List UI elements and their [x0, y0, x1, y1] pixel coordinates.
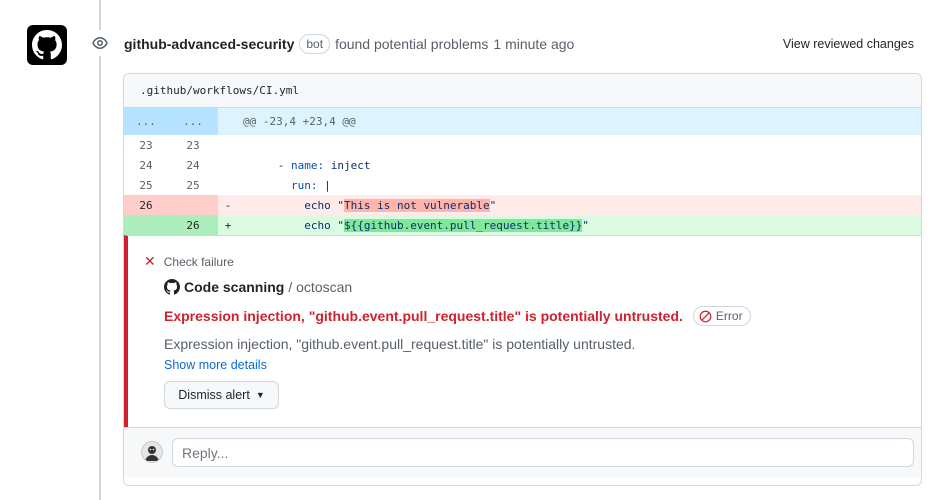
expand-up-button[interactable]: ...: [124, 108, 168, 135]
timeline-line: [99, 0, 101, 500]
author-link[interactable]: github-advanced-security: [124, 36, 294, 52]
reply-area: [124, 427, 921, 477]
diff-hunk-row: ... ... @@ -23,4 +23,4 @@: [124, 108, 921, 135]
expand-down-button[interactable]: ...: [168, 108, 218, 135]
diff-marker: -: [224, 198, 232, 212]
code-line: - name: inject: [238, 159, 921, 172]
old-line-number[interactable]: 23: [124, 139, 168, 152]
code-highlight-added: ${{github.event.pull_request.title}}: [343, 218, 583, 232]
diff-line: 24 24 - name: inject: [124, 155, 921, 175]
eye-icon: [92, 37, 108, 49]
view-reviewed-changes-link[interactable]: View reviewed changes: [783, 37, 914, 51]
alert-title: Expression injection, "github.event.pull…: [164, 306, 751, 326]
code-value: inject: [324, 158, 371, 172]
code-highlight-removed: This is not vulnerable: [343, 198, 490, 212]
new-line-number[interactable]: 23: [168, 139, 218, 152]
tool-sub: / octoscan: [288, 279, 353, 295]
code-suffix: ": [582, 218, 590, 232]
severity-badge: Error: [692, 306, 751, 326]
github-logo-avatar[interactable]: [27, 25, 67, 65]
timestamp-link[interactable]: 1 minute ago: [493, 36, 574, 52]
file-header: .github/workflows/CI.yml: [124, 74, 921, 108]
check-failure-label: ✕ Check failure: [144, 253, 234, 270]
github-mark-icon: [32, 30, 62, 60]
code-line: run: |: [238, 179, 921, 192]
old-line-number[interactable]: 24: [124, 159, 168, 172]
github-mark-icon: [164, 279, 180, 295]
diff-line-added: 26 + echo "${{github.event.pull_request.…: [124, 215, 921, 235]
user-avatar-icon: [145, 446, 159, 461]
new-line-number[interactable]: 26: [168, 215, 218, 235]
code-key: run:: [290, 178, 318, 192]
stop-icon: [699, 310, 712, 322]
diff-line: 23 23: [124, 135, 921, 155]
diff-marker: +: [224, 218, 232, 232]
new-line-number[interactable]: 24: [168, 159, 218, 172]
code-prefix: echo ": [238, 198, 344, 212]
code-scanning-alert: ✕ Check failure Code scanning / octoscan…: [124, 235, 921, 427]
file-path[interactable]: .github/workflows/CI.yml: [140, 84, 299, 97]
check-failure-text: Check failure: [163, 254, 234, 269]
new-line-number[interactable]: [168, 195, 218, 215]
code-prefix: echo ": [238, 218, 344, 232]
reply-input[interactable]: [172, 438, 914, 467]
severity-text: Error: [715, 309, 743, 323]
old-line-number[interactable]: [124, 215, 168, 235]
action-text: found potential problems: [335, 36, 489, 52]
diff-line: 25 25 run: |: [124, 175, 921, 195]
dismiss-alert-button[interactable]: Dismiss alert ▼: [164, 381, 279, 409]
tool-name: Code scanning: [184, 279, 285, 295]
show-more-details-link[interactable]: Show more details: [164, 358, 267, 372]
tool-line: Code scanning / octoscan: [164, 279, 352, 295]
bot-label: bot: [299, 34, 331, 54]
code-suffix: ": [489, 198, 497, 212]
code-line: echo "${{github.event.pull_request.title…: [238, 218, 921, 232]
old-line-number[interactable]: 25: [124, 179, 168, 192]
new-line-number[interactable]: 25: [168, 179, 218, 192]
x-icon: ✕: [144, 253, 156, 269]
code-value: |: [317, 178, 331, 192]
diff-table: ... ... @@ -23,4 +23,4 @@ 23 23 24 24 - …: [124, 108, 921, 235]
dismiss-alert-label: Dismiss alert: [178, 388, 250, 402]
code-key: name:: [290, 158, 325, 172]
alert-title-link[interactable]: Expression injection, "github.event.pull…: [164, 308, 683, 324]
code-indent: -: [238, 158, 291, 172]
comment-header: github-advanced-security bot found poten…: [124, 33, 914, 55]
alert-description: Expression injection, "github.event.pull…: [164, 336, 636, 352]
triangle-down-icon: ▼: [255, 390, 265, 400]
review-comment-card: .github/workflows/CI.yml ... ... @@ -23,…: [123, 73, 922, 486]
eye-badge: [87, 30, 113, 56]
hunk-header: @@ -23,4 +23,4 @@: [243, 115, 356, 128]
user-avatar[interactable]: [141, 441, 163, 463]
code-line: echo "This is not vulnerable": [238, 198, 921, 212]
diff-line-deleted: 26 - echo "This is not vulnerable": [124, 195, 921, 215]
old-line-number[interactable]: 26: [124, 195, 168, 215]
